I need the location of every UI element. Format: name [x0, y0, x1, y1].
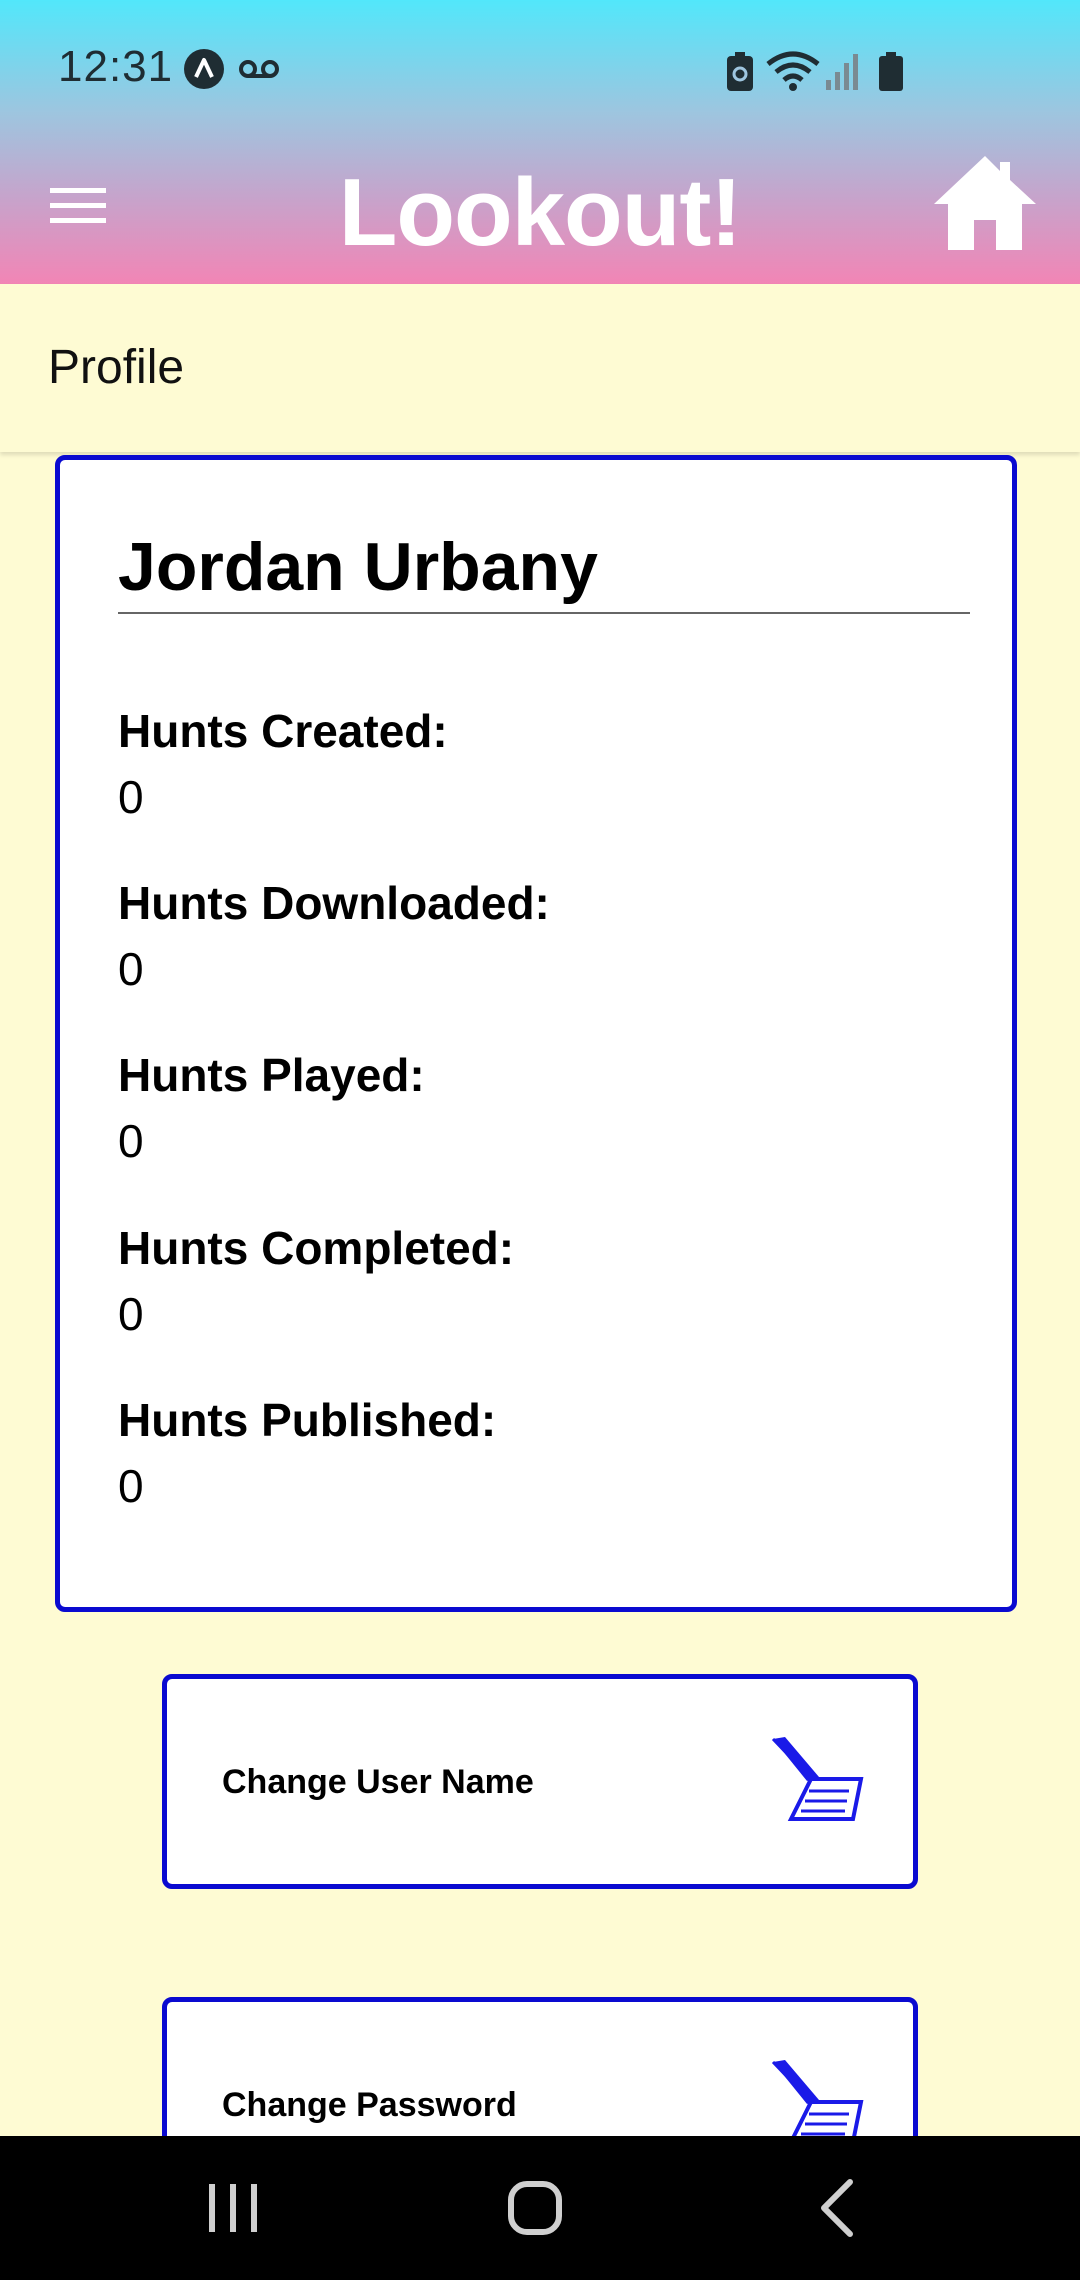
hunts-created-value: 0: [118, 771, 144, 823]
hunts-created-label: Hunts Created:: [118, 705, 448, 757]
page-header: Profile: [0, 284, 1080, 452]
battery-icon: [879, 52, 903, 91]
hunts-published-value: 0: [118, 1460, 144, 1512]
hunts-downloaded-label: Hunts Downloaded:: [118, 877, 550, 929]
edit-form-icon: [771, 1737, 864, 1821]
hunts-played-label: Hunts Played:: [118, 1049, 425, 1101]
edit-form-icon: [771, 2060, 864, 2144]
wifi-icon: [766, 51, 820, 91]
app-title: Lookout!: [338, 159, 743, 266]
change-user-name-button[interactable]: Change User Name: [162, 1674, 918, 1889]
back-icon[interactable]: [788, 2158, 888, 2258]
home-nav-icon[interactable]: [485, 2158, 585, 2258]
app-notification-icon: [184, 49, 224, 89]
hunts-completed-value: 0: [118, 1288, 144, 1340]
app-bar: Lookout!: [0, 140, 1080, 284]
hunts-played-value: 0: [118, 1115, 144, 1167]
name-divider: [118, 612, 970, 614]
hunts-completed-label: Hunts Completed:: [118, 1222, 515, 1274]
page-title: Profile: [48, 341, 185, 394]
hunts-downloaded-value: 0: [118, 943, 144, 995]
hunts-published-label: Hunts Published:: [118, 1394, 497, 1446]
recent-apps-icon[interactable]: [183, 2158, 283, 2258]
voicemail-icon: [239, 60, 279, 78]
status-bar: 12:31: [0, 0, 1080, 140]
user-name: Jordan Urbany: [118, 529, 598, 605]
navigation-bar: [0, 2136, 1080, 2280]
header-gradient: 12:31 Lookout!: [0, 0, 1080, 284]
home-icon[interactable]: [930, 150, 1040, 260]
change-password-label: Change Password: [222, 2086, 517, 2124]
profile-card: Jordan Urbany Hunts Created: 0 Hunts Dow…: [55, 455, 1017, 1612]
status-time: 12:31: [58, 42, 174, 91]
battery-saver-icon: [727, 52, 753, 91]
signal-icon: [826, 54, 858, 90]
change-user-name-label: Change User Name: [222, 1763, 534, 1801]
